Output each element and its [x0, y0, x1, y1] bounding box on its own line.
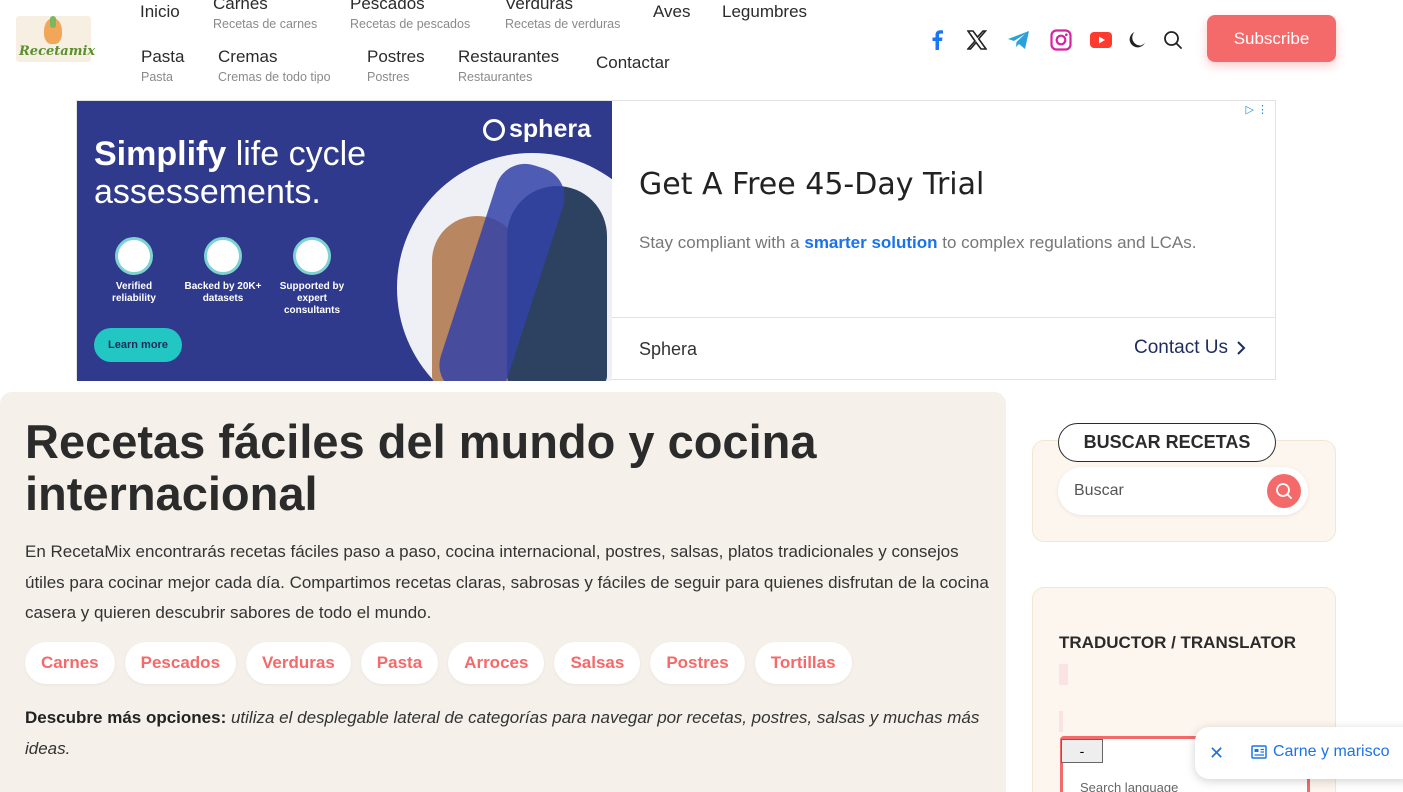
chip-pescados[interactable]: Pescados — [124, 642, 237, 684]
contact-us-label: Contact Us — [1134, 337, 1228, 358]
intro-paragraph: En RecetaMix encontrarás recetas fáciles… — [25, 542, 989, 622]
feature-label: Backed by 20K+ datasets — [184, 281, 262, 304]
close-icon[interactable]: ✕ — [1209, 743, 1224, 764]
chip-carnes[interactable]: Carnes — [25, 642, 115, 684]
nav-label: Pasta — [141, 47, 185, 66]
banner-headline: Simplify life cycle assessements. — [94, 135, 414, 211]
ad-advertiser: Sphera — [639, 339, 698, 359]
nav-sublabel: Recetas de pescados — [350, 17, 471, 31]
facebook-icon[interactable] — [925, 28, 949, 52]
nav-item-contactar[interactable]: Contactar — [596, 53, 670, 73]
ad-title[interactable]: Get A Free 45-Day Trial — [639, 167, 984, 202]
ad-text-panel[interactable]: ▷ ⋮ Get A Free 45-Day Trial Stay complia… — [612, 101, 1276, 381]
contact-us-button[interactable]: Contact Us — [1134, 337, 1246, 359]
nav-sublabel: Restaurantes — [458, 70, 533, 84]
nav-label: Pescados — [350, 0, 425, 13]
sphera-logo: sphera — [483, 115, 591, 144]
ad-description: Stay compliant with a smarter solution t… — [639, 233, 1196, 253]
nav-item-aves[interactable]: Aves — [653, 2, 691, 22]
chip-salsas[interactable]: Salsas — [554, 642, 641, 684]
chip-tortillas[interactable]: Tortillas — [754, 642, 852, 684]
nav-item-restaurantes[interactable]: Restaurantes Restaurantes — [458, 47, 559, 84]
chip-pasta[interactable]: Pasta — [360, 642, 439, 684]
more-options-text: Descubre más opciones: utiliza el desple… — [25, 703, 985, 764]
translator-placeholder — [1059, 664, 1068, 685]
language-search-input[interactable]: Search language — [1080, 780, 1178, 792]
advertisement[interactable]: sphera Simplify life cycle assessements.… — [76, 100, 1276, 381]
nav-label: Cremas — [218, 47, 278, 66]
toast-label: Carne y marisco — [1273, 743, 1390, 760]
sphera-logo-icon — [483, 118, 505, 141]
chip-verduras[interactable]: Verduras — [246, 642, 351, 684]
nav-item-pasta[interactable]: Pasta Pasta — [141, 47, 184, 84]
feature-consultants: Supported by expert consultants — [272, 237, 352, 317]
feature-label: Verified reliability — [112, 281, 156, 304]
nav-sublabel: Recetas de carnes — [213, 17, 318, 31]
site-logo[interactable]: Recetamix — [16, 16, 95, 62]
category-chips: Carnes Pescados Verduras Pasta Arroces S… — [25, 642, 852, 684]
nav-item-carnes[interactable]: Carnes Recetas de carnes — [213, 0, 317, 31]
search-widget-title: BUSCAR RECETAS — [1058, 423, 1276, 462]
search-input[interactable] — [1074, 479, 1254, 503]
feature-label: Supported by expert consultants — [279, 281, 345, 316]
nav-label: Inicio — [140, 2, 180, 21]
nav-label: Restaurantes — [458, 47, 560, 66]
headline-bold: Simplify — [94, 135, 227, 173]
subscribe-button[interactable]: Subscribe — [1207, 15, 1336, 62]
desc-text: to complex regulations and LCAs. — [937, 233, 1197, 252]
nav-label: Postres — [367, 47, 425, 66]
learn-more-button[interactable]: Learn more — [94, 328, 182, 362]
feature-verified: Verified reliability — [94, 237, 174, 305]
chevron-right-icon — [1237, 341, 1246, 355]
x-icon[interactable] — [965, 28, 989, 52]
nav-label: Verduras — [505, 0, 574, 13]
search-icon — [1276, 483, 1292, 499]
nav-item-inicio[interactable]: Inicio — [140, 2, 180, 22]
logo-text: Recetamix — [19, 44, 96, 59]
nav-label: Contactar — [596, 53, 670, 72]
desc-text: Stay compliant with a — [639, 233, 805, 252]
chip-arroces[interactable]: Arroces — [448, 642, 545, 684]
toast-link[interactable]: Carne y marisco — [1251, 743, 1389, 761]
nav-item-legumbres[interactable]: Legumbres — [722, 2, 807, 22]
sphera-logo-text: sphera — [509, 115, 591, 143]
checklist-icon — [115, 237, 153, 275]
nav-item-pescados[interactable]: Pescados Recetas de pescados — [350, 0, 470, 31]
youtube-icon[interactable] — [1089, 28, 1113, 52]
telegram-icon[interactable] — [1007, 28, 1031, 52]
adchoices-icon[interactable]: ▷ ⋮ — [1245, 103, 1268, 116]
chip-postres[interactable]: Postres — [650, 642, 745, 684]
translator-title: TRADUCTOR / TRANSLATOR — [1059, 633, 1297, 652]
nav-item-verduras[interactable]: Verduras Recetas de verduras — [505, 0, 620, 31]
page-title: Recetas fáciles del mundo y cocina inter… — [25, 415, 817, 520]
ad-divider — [612, 317, 1276, 318]
ad-banner-image[interactable]: sphera Simplify life cycle assessements.… — [77, 101, 612, 381]
search-submit-button[interactable] — [1267, 474, 1301, 508]
nav-label: Legumbres — [722, 2, 808, 21]
moon-icon[interactable] — [1125, 28, 1149, 52]
collapse-button[interactable]: - — [1061, 739, 1103, 763]
more-options-label: Descubre más opciones: — [25, 708, 227, 727]
translator-placeholder — [1059, 711, 1063, 732]
instagram-icon[interactable] — [1049, 28, 1073, 52]
article-icon — [1251, 745, 1267, 759]
nav-sublabel: Recetas de verduras — [505, 17, 621, 31]
search-icon[interactable] — [1161, 28, 1185, 52]
desc-highlight: smarter solution — [804, 233, 938, 252]
feature-datasets: Backed by 20K+ datasets — [183, 237, 263, 305]
nav-sublabel: Postres — [367, 70, 410, 84]
database-icon — [204, 237, 242, 275]
nav-sublabel: Cremas de todo tipo — [218, 70, 331, 84]
nav-item-cremas[interactable]: Cremas Cremas de todo tipo — [218, 47, 331, 84]
leaf-icon — [50, 16, 56, 28]
nav-label: Carnes — [213, 0, 268, 13]
floating-category-toast[interactable]: ✕ Carne y marisco — [1195, 727, 1403, 779]
nav-label: Aves — [653, 2, 691, 21]
nav-sublabel: Pasta — [141, 70, 173, 84]
nav-item-postres[interactable]: Postres Postres — [367, 47, 425, 84]
gear-icon — [293, 237, 331, 275]
